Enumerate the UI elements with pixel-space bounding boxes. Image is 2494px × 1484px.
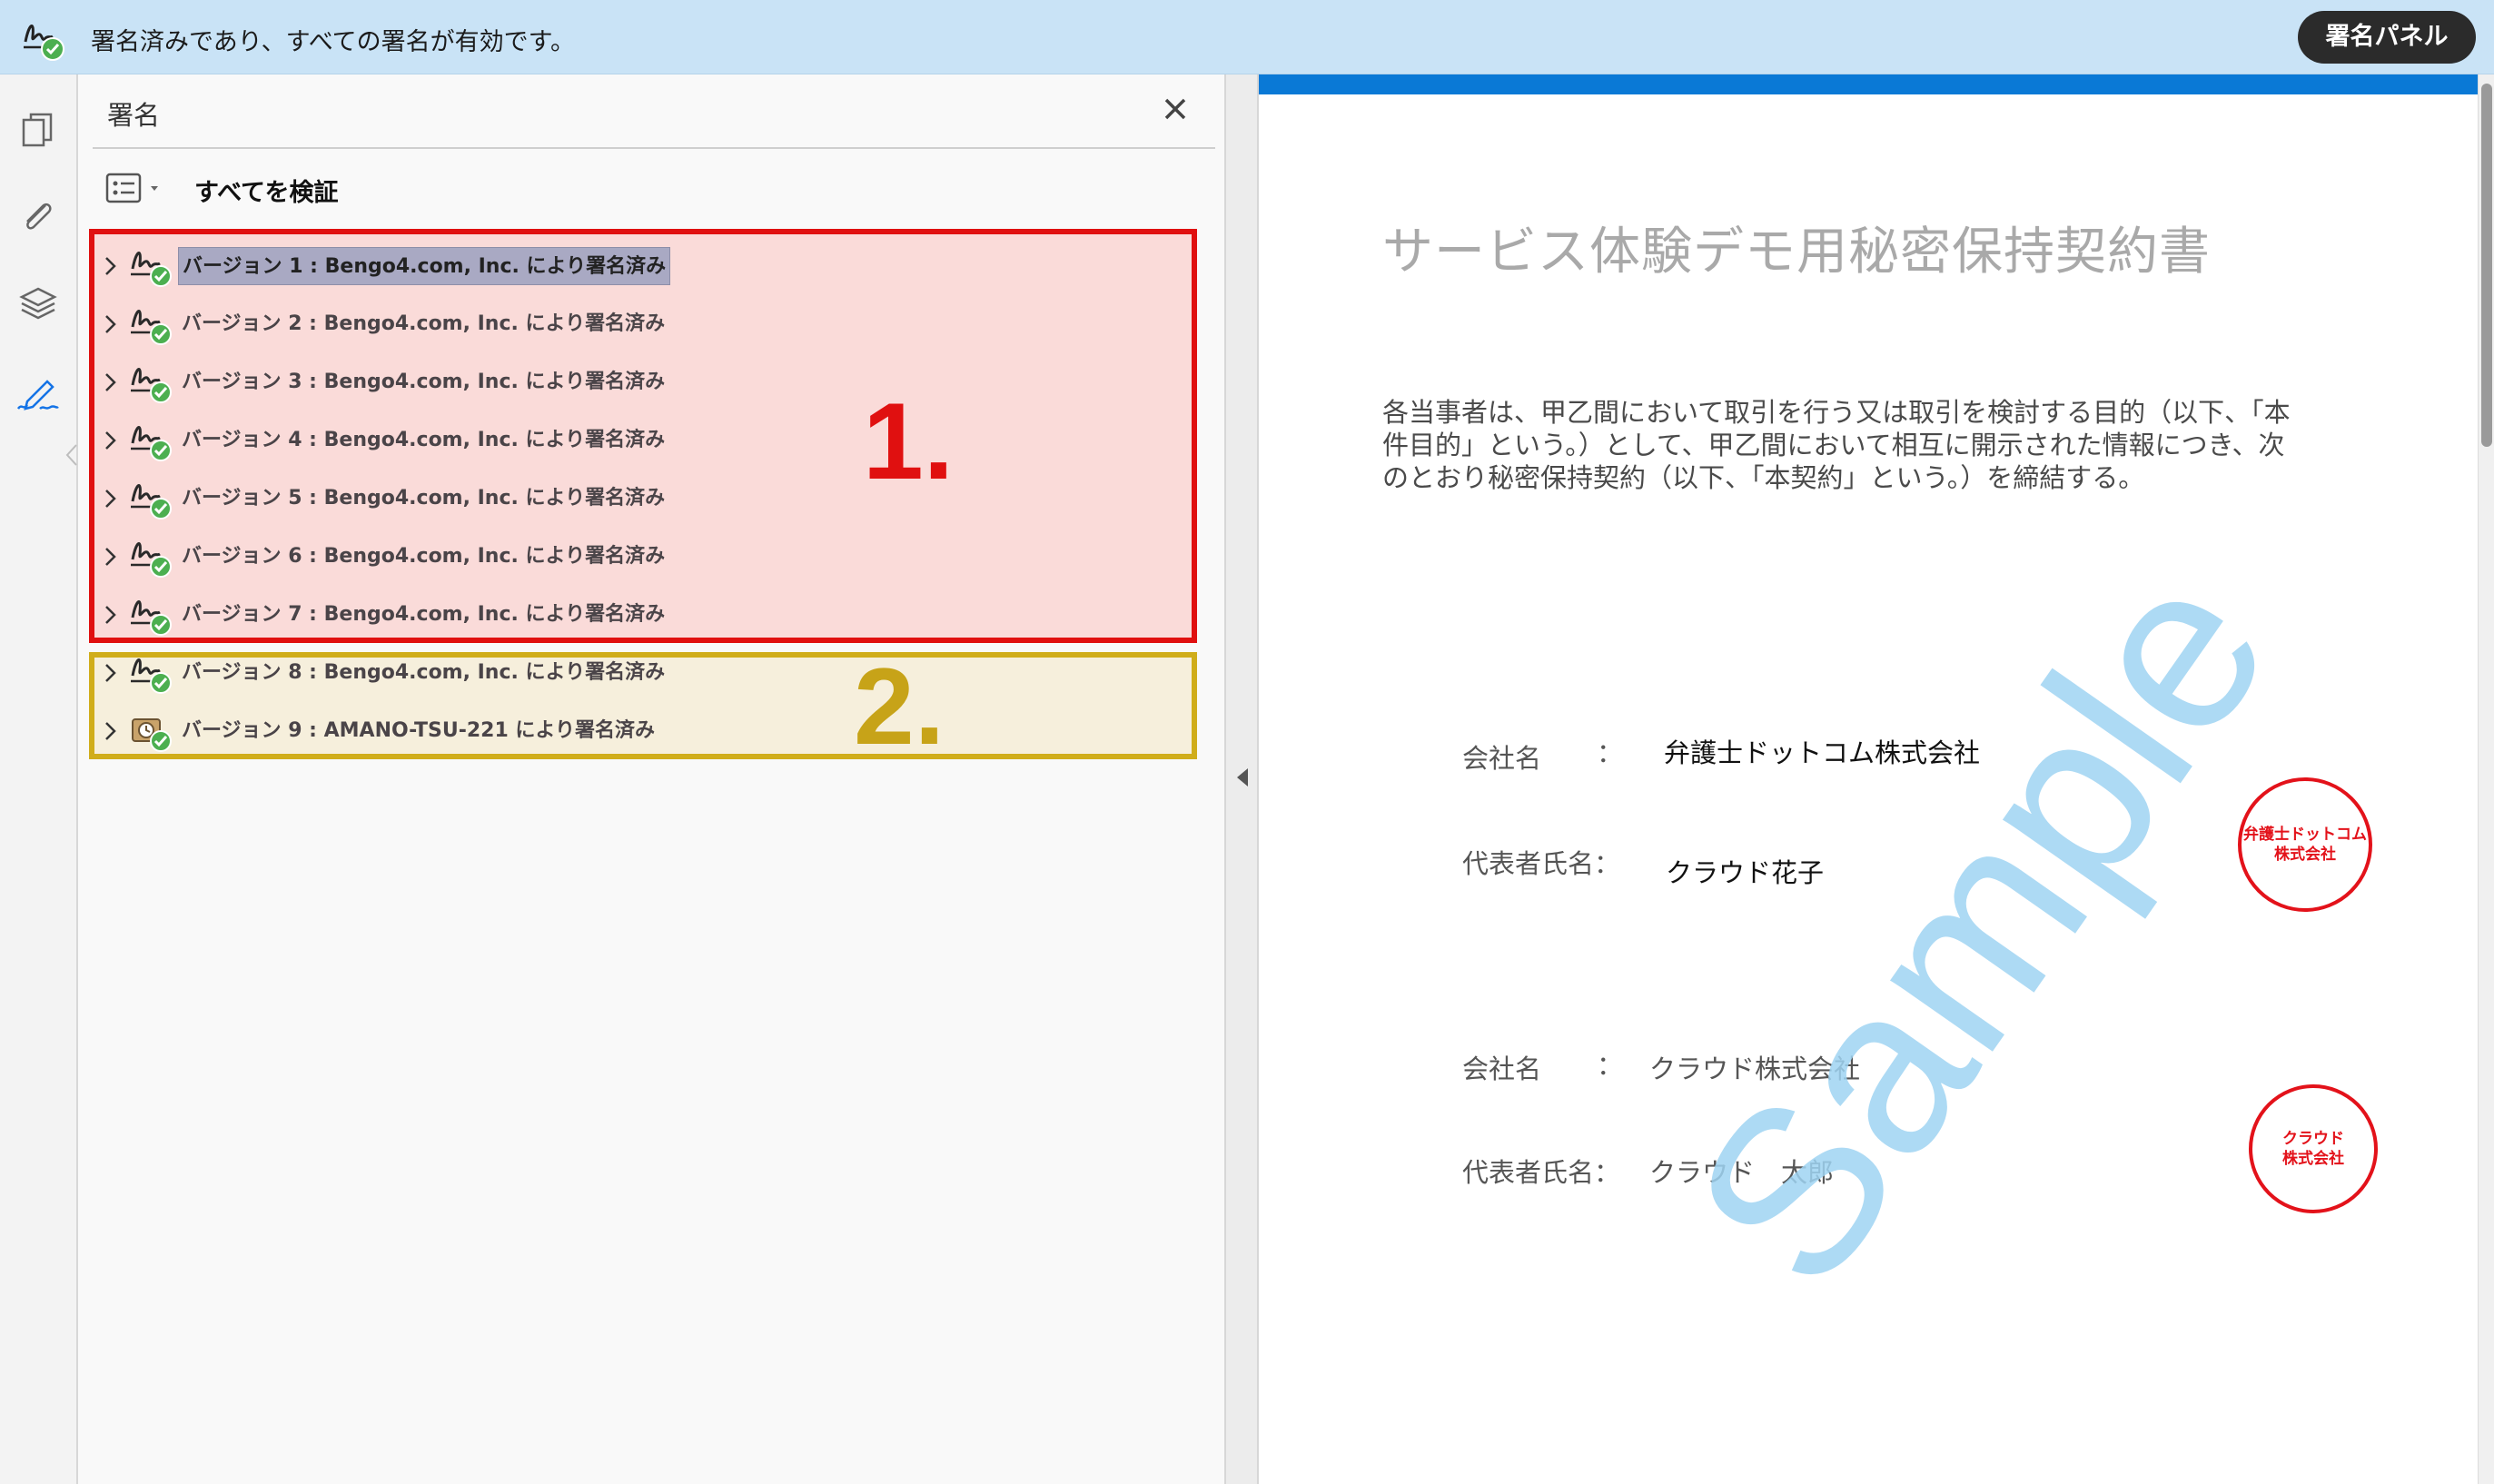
signature-panel-button[interactable]: 署名パネル [2298,11,2476,64]
close-icon[interactable] [1157,91,1193,127]
seal-line: 株式会社 [2274,846,2336,864]
signature-valid-icon [131,600,172,636]
signature-label: バージョン 8 : Bengo4.com, Inc. により署名済み [182,661,666,684]
panel-title: 署名 [107,100,161,131]
signature-valid-icon [131,252,172,287]
timestamp-signature-icon [132,718,172,752]
party2-rep-label: 代表者氏名： [1462,1157,1621,1188]
chevron-right-icon[interactable] [102,661,120,685]
signature-row[interactable]: バージョン 4 : Bengo4.com, Inc. により署名済み [102,412,1192,467]
seal-line: クラウド [2282,1130,2344,1148]
layers-icon[interactable] [15,280,62,327]
chevron-right-icon[interactable] [102,545,120,569]
document-paragraph: 各当事者は、甲乙間において取引を行う又は取引を検討する目的（以下、「本 件目的」… [1382,396,2345,494]
signature-label: バージョン 7 : Bengo4.com, Inc. により署名済み [182,603,666,626]
party2-company-colon: ： [1597,1050,1624,1081]
party2-company-value: クラウド株式会社 [1649,1054,1861,1084]
chevron-right-icon[interactable] [102,312,120,336]
navigation-rail [0,74,78,1484]
paragraph-line: 各当事者は、甲乙間において取引を行う又は取引を検討する目的（以下、「本 [1382,397,2291,428]
signature-options-icon[interactable] [105,171,171,207]
party2-company-label: 会社名 [1462,1054,1542,1084]
chevron-right-icon[interactable] [102,487,120,510]
signature-row[interactable]: バージョン 7 : Bengo4.com, Inc. により署名済み [102,587,1192,641]
party1-company-label: 会社名 [1462,743,1542,774]
panel-splitter[interactable] [1224,74,1259,1484]
attachment-icon[interactable] [15,193,62,240]
party1-company-colon: ： [1597,737,1624,768]
signature-label: バージョン 2 : Bengo4.com, Inc. により署名済み [182,312,666,335]
signature-row[interactable]: バージョン 9 : AMANO-TSU-221 により署名済み [102,703,1192,757]
signature-valid-icon [131,426,172,461]
chevron-right-icon[interactable] [102,719,120,743]
signature-pen-icon[interactable] [15,369,62,416]
signature-row[interactable]: バージョン 5 : Bengo4.com, Inc. により署名済み [102,470,1192,525]
seal-line: 弁護士ドットコム [2243,826,2367,844]
watermark-text: Sample [1643,524,2319,1331]
party1-rep-value: クラウド花子 [1666,857,1825,888]
signature-label: バージョン 6 : Bengo4.com, Inc. により署名済み [182,545,666,568]
collapse-left-icon[interactable] [1235,767,1250,788]
signature-status-bar: 署名済みであり、すべての署名が有効です。 署名パネル [0,0,2494,74]
party1-seal-stamp: 弁護士ドットコム 株式会社 [2238,777,2372,912]
chevron-right-icon[interactable] [102,371,120,394]
signature-row[interactable]: バージョン 6 : Bengo4.com, Inc. により署名済み [102,529,1192,583]
panel-divider [93,147,1215,149]
signature-row[interactable]: バージョン 3 : Bengo4.com, Inc. により署名済み [102,354,1192,409]
signature-status-text: 署名済みであり、すべての署名が有効です。 [91,28,575,56]
signature-row[interactable]: バージョン 1 : Bengo4.com, Inc. により署名済み [102,238,1192,292]
chevron-right-icon[interactable] [102,429,120,452]
signature-row[interactable]: バージョン 8 : Bengo4.com, Inc. により署名済み [102,645,1192,699]
seal-line: 株式会社 [2282,1150,2344,1168]
document-view: サービス体験デモ用秘密保持契約書 各当事者は、甲乙間において取引を行う又は取引を… [1259,74,2478,1484]
signature-label: バージョン 9 : AMANO-TSU-221 により署名済み [182,719,655,742]
chevron-right-icon[interactable] [102,603,120,627]
party1-company-value: 弁護士ドットコム株式会社 [1664,737,1981,768]
signature-valid-icon [131,484,172,519]
paragraph-line: 件目的」という。）として、甲乙間において相互に開示された情報につき、次 [1382,430,2285,460]
document-title: サービス体験デモ用秘密保持契約書 [1382,223,2211,282]
scrollbar-thumb[interactable] [2481,84,2492,447]
party1-rep-label: 代表者氏名： [1462,848,1621,879]
signature-row[interactable]: バージョン 2 : Bengo4.com, Inc. により署名済み [102,296,1192,351]
chevron-right-icon[interactable] [102,254,120,278]
signature-valid-icon [131,542,172,578]
signature-valid-icon [24,25,64,61]
signature-panel: 署名 すべてを検証 1. 2. バージョン 1 : Bengo4.com, In… [78,74,1224,1484]
verify-all-button[interactable]: すべてを検証 [194,173,339,208]
signature-label: バージョン 5 : Bengo4.com, Inc. により署名済み [182,487,666,510]
signature-valid-icon [131,658,172,694]
signature-label: バージョン 3 : Bengo4.com, Inc. により署名済み [182,371,666,393]
party2-seal-stamp: クラウド 株式会社 [2249,1084,2378,1213]
signature-label: バージョン 1 : Bengo4.com, Inc. により署名済み [178,247,671,285]
active-indicator-icon [65,444,77,466]
signature-valid-icon [131,310,172,345]
document-scrollbar[interactable] [2478,74,2494,1484]
signature-label: バージョン 4 : Bengo4.com, Inc. により署名済み [182,429,666,451]
signature-valid-icon [131,368,172,403]
page-top-stripe [1259,74,2478,94]
paragraph-line: のとおり秘密保持契約（以下、「本契約」という。）を締結する。 [1382,462,2145,493]
party2-rep-value: クラウド 太郎 [1649,1157,1835,1188]
pages-icon[interactable] [15,107,62,154]
